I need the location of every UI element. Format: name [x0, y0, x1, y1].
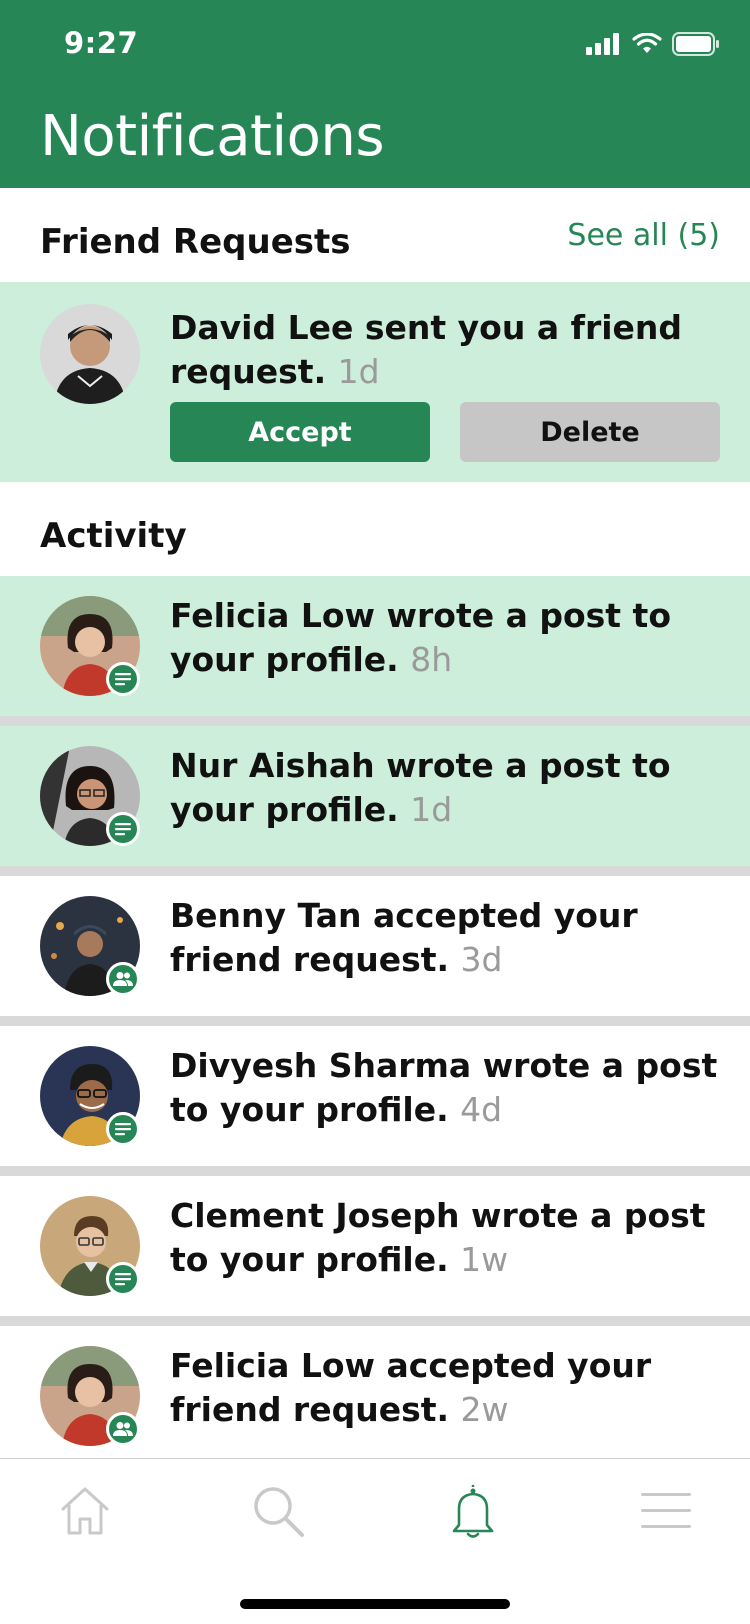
activity-name: Felicia Low [170, 596, 376, 635]
status-icons [586, 32, 720, 56]
divider [0, 1316, 750, 1326]
tab-home[interactable] [55, 1481, 115, 1541]
activity-item[interactable]: Clement Joseph wrote a post to your prof… [0, 1176, 750, 1316]
wifi-icon [632, 33, 662, 53]
post-icon [115, 673, 131, 686]
post-badge [106, 812, 140, 846]
activity-text: Nur Aishah wrote a post to your profile.… [170, 744, 730, 832]
post-badge [106, 1112, 140, 1146]
post-badge [106, 662, 140, 696]
home-icon [61, 1487, 109, 1535]
divider [0, 716, 750, 726]
see-all-link[interactable]: See all (5) [567, 218, 720, 253]
activity-name: Divyesh Sharma [170, 1046, 472, 1085]
activity-item[interactable]: Divyesh Sharma wrote a post to your prof… [0, 1026, 750, 1166]
activity-name: Benny Tan [170, 896, 362, 935]
activity-header: Activity [0, 482, 750, 576]
divider [0, 866, 750, 876]
activity-text: Divyesh Sharma wrote a post to your prof… [170, 1044, 730, 1132]
battery-icon [672, 32, 719, 56]
activity-title: Activity [40, 516, 187, 556]
divider [0, 1016, 750, 1026]
activity-item[interactable]: Nur Aishah wrote a post to your profile.… [0, 726, 750, 866]
requester-name: David Lee [170, 308, 354, 347]
activity-text: Clement Joseph wrote a post to your prof… [170, 1194, 730, 1282]
activity-time: 1d [410, 790, 453, 829]
post-icon [115, 1273, 131, 1286]
activity-name: Clement Joseph [170, 1196, 460, 1235]
friend-request-item: David Lee sent you a friend request. 1d … [0, 282, 750, 482]
activity-time: 3d [460, 940, 503, 979]
page-title: Notifications [40, 104, 385, 169]
search-icon [254, 1487, 304, 1537]
menu-icon [641, 1493, 691, 1528]
delete-button[interactable]: Delete [460, 402, 720, 462]
activity-item[interactable]: Benny Tan accepted your friend request. … [0, 876, 750, 1016]
tab-notifications[interactable] [443, 1481, 503, 1541]
avatar[interactable] [40, 304, 140, 404]
bell-icon [452, 1484, 494, 1538]
friends-icon [113, 1422, 133, 1436]
app-header: 9:27 Notifications [0, 0, 750, 188]
tab-menu[interactable] [636, 1481, 696, 1541]
home-indicator [240, 1599, 510, 1609]
accept-button[interactable]: Accept [170, 402, 430, 462]
activity-item[interactable]: Felicia Low accepted your friend request… [0, 1326, 750, 1466]
status-time: 9:27 [64, 26, 139, 60]
friend-requests-title: Friend Requests [40, 222, 351, 262]
activity-time: 8h [410, 640, 453, 679]
activity-text: Benny Tan accepted your friend request. … [170, 894, 730, 982]
post-icon [115, 1123, 131, 1136]
friend-request-text: David Lee sent you a friend request. 1d [170, 306, 730, 394]
cellular-signal-icon [586, 33, 619, 55]
friend-requests-header: Friend Requests See all (5) [0, 188, 750, 280]
activity-item[interactable]: Felicia Low wrote a post to your profile… [0, 576, 750, 716]
divider [0, 1166, 750, 1176]
post-icon [115, 823, 131, 836]
activity-list: Felicia Low wrote a post to your profile… [0, 576, 750, 1466]
activity-time: 2w [460, 1390, 509, 1429]
post-badge [106, 1262, 140, 1296]
activity-text: Felicia Low accepted your friend request… [170, 1344, 730, 1432]
friends-icon [113, 972, 133, 986]
friends-badge [106, 1412, 140, 1446]
activity-text: Felicia Low wrote a post to your profile… [170, 594, 730, 682]
request-time: 1d [337, 352, 380, 391]
friends-badge [106, 962, 140, 996]
activity-time: 4d [460, 1090, 503, 1129]
avatar-image [40, 304, 140, 404]
activity-time: 1w [460, 1240, 509, 1279]
tab-search[interactable] [248, 1481, 308, 1541]
activity-name: Felicia Low [170, 1346, 376, 1385]
activity-name: Nur Aishah [170, 746, 375, 785]
